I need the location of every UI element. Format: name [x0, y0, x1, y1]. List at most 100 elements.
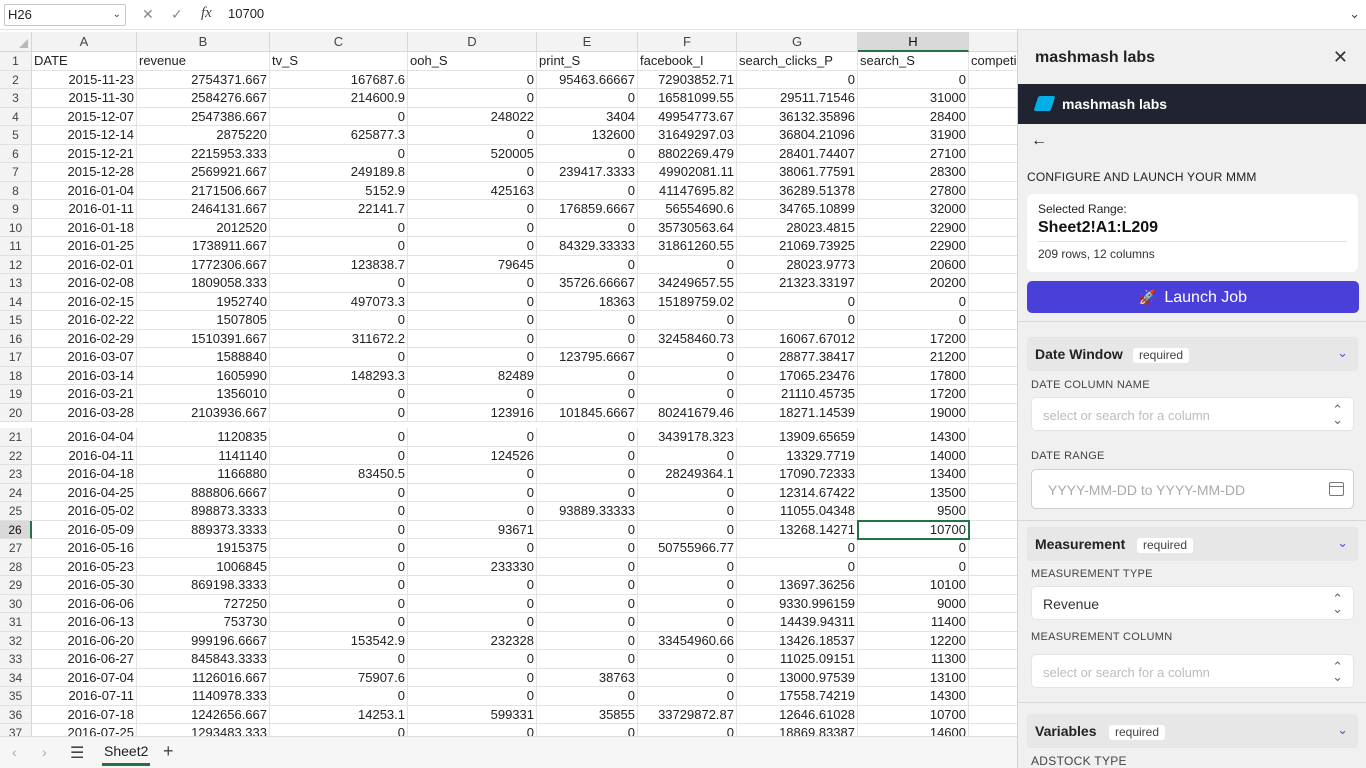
row-header[interactable]: 16 [0, 329, 32, 348]
table-cell[interactable] [969, 687, 1017, 706]
table-cell[interactable]: 2016-05-23 [32, 557, 137, 576]
table-cell[interactable]: 0 [270, 274, 408, 293]
table-cell[interactable]: 0 [638, 724, 737, 736]
table-cell[interactable]: 0 [537, 687, 638, 706]
row-header[interactable]: 17 [0, 348, 32, 367]
table-cell[interactable]: 1293483.333 [137, 724, 270, 736]
table-cell[interactable]: 0 [537, 446, 638, 465]
table-cell[interactable]: 2103936.667 [137, 403, 270, 422]
table-cell[interactable]: 0 [408, 385, 537, 404]
table-cell[interactable]: 0 [270, 144, 408, 163]
table-cell[interactable]: 0 [408, 89, 537, 108]
table-cell[interactable]: 625877.3 [270, 126, 408, 145]
table-cell[interactable]: 5152.9 [270, 181, 408, 200]
row-header[interactable]: 11 [0, 237, 32, 256]
table-cell[interactable]: 35855 [537, 705, 638, 724]
table-cell[interactable]: 0 [408, 668, 537, 687]
column-header-d[interactable]: D [408, 32, 537, 52]
row-header[interactable]: 31 [0, 613, 32, 632]
table-cell[interactable]: 0 [408, 218, 537, 237]
table-cell[interactable]: 13268.14271 [737, 520, 858, 539]
table-cell[interactable]: 0 [408, 237, 537, 256]
row-header[interactable]: 20 [0, 403, 32, 422]
table-cell[interactable]: 2016-04-25 [32, 483, 137, 502]
table-cell[interactable]: 28249364.1 [638, 465, 737, 484]
chevron-down-icon[interactable]: ⌄ [1337, 345, 1348, 361]
table-cell[interactable]: 2016-07-11 [32, 687, 137, 706]
table-cell[interactable]: 0 [638, 576, 737, 595]
table-cell[interactable]: 75907.6 [270, 668, 408, 687]
row-header[interactable]: 34 [0, 668, 32, 687]
table-cell[interactable]: 753730 [137, 613, 270, 632]
table-cell[interactable]: 21323.33197 [737, 274, 858, 293]
table-cell[interactable] [969, 385, 1017, 404]
table-cell[interactable]: 33729872.87 [638, 705, 737, 724]
table-cell[interactable]: 14300 [858, 428, 969, 447]
table-cell[interactable]: 148293.3 [270, 366, 408, 385]
table-cell[interactable]: 16581099.55 [638, 89, 737, 108]
row-header[interactable]: 3 [0, 89, 32, 108]
table-cell[interactable]: 1738911.667 [137, 237, 270, 256]
table-cell[interactable]: 95463.66667 [537, 70, 638, 89]
table-cell[interactable]: 0 [737, 557, 858, 576]
table-cell[interactable]: 0 [638, 255, 737, 274]
table-cell[interactable]: 0 [537, 311, 638, 330]
table-cell[interactable] [969, 484, 1017, 502]
table-cell[interactable]: 0 [270, 311, 408, 330]
table-cell[interactable]: 2016-05-30 [32, 576, 137, 595]
measurement-column-select[interactable]: select or search for a column ⌃ ⌄ [1031, 654, 1354, 688]
table-cell[interactable]: 2016-07-25 [32, 724, 137, 736]
table-cell[interactable]: 599331 [408, 705, 537, 724]
row-header[interactable]: 29 [0, 576, 32, 595]
table-cell[interactable]: 0 [408, 502, 537, 521]
table-cell[interactable]: 0 [537, 483, 638, 502]
table-cell[interactable]: 33454960.66 [638, 631, 737, 650]
table-cell[interactable] [969, 502, 1017, 521]
table-cell[interactable]: 35730563.64 [638, 218, 737, 237]
table-cell[interactable]: 28877.38417 [737, 348, 858, 367]
table-cell[interactable]: 2016-04-18 [32, 465, 137, 484]
table-cell[interactable]: 2016-02-22 [32, 311, 137, 330]
table-cell[interactable]: 2016-02-01 [32, 255, 137, 274]
table-cell[interactable]: 0 [270, 687, 408, 706]
table-cell[interactable]: 888806.6667 [137, 483, 270, 502]
table-cell[interactable]: 0 [408, 126, 537, 145]
table-cell[interactable]: 50755966.77 [638, 539, 737, 558]
table-cell[interactable]: 11055.04348 [737, 502, 858, 521]
table-cell[interactable]: 0 [408, 483, 537, 502]
table-cell[interactable]: 9330.996159 [737, 594, 858, 613]
table-cell[interactable] [969, 126, 1017, 145]
table-cell[interactable]: 0 [408, 613, 537, 632]
table-cell[interactable]: 8802269.479 [638, 144, 737, 163]
table-cell[interactable]: 12200 [858, 631, 969, 650]
row-header[interactable]: 5 [0, 126, 32, 145]
table-cell[interactable]: 1809058.333 [137, 274, 270, 293]
table-cell[interactable]: 2016-01-25 [32, 237, 137, 256]
table-cell[interactable]: 311672.2 [270, 329, 408, 348]
table-cell[interactable]: 0 [537, 218, 638, 237]
row-header[interactable]: 4 [0, 107, 32, 126]
table-cell[interactable]: 28401.74407 [737, 144, 858, 163]
table-cell[interactable]: 15189759.02 [638, 292, 737, 311]
table-cell[interactable]: 21200 [858, 348, 969, 367]
table-cell[interactable]: 2171506.667 [137, 181, 270, 200]
table-cell[interactable]: 0 [270, 107, 408, 126]
table-cell[interactable]: 425163 [408, 181, 537, 200]
row-header[interactable]: 27 [0, 539, 32, 558]
row-header[interactable]: 22 [0, 446, 32, 465]
table-cell[interactable]: 2016-06-06 [32, 594, 137, 613]
table-cell[interactable]: 0 [270, 539, 408, 558]
table-cell[interactable]: 1915375 [137, 539, 270, 558]
table-cell[interactable]: 82489 [408, 366, 537, 385]
table-cell[interactable]: 0 [408, 163, 537, 182]
table-cell[interactable]: 0 [638, 613, 737, 632]
table-cell[interactable]: 2016-01-11 [32, 200, 137, 219]
table-cell[interactable]: 17558.74219 [737, 687, 858, 706]
table-cell[interactable]: 0 [270, 218, 408, 237]
header-cell[interactable]: ooh_S [408, 52, 537, 71]
table-cell[interactable]: 0 [537, 724, 638, 736]
table-cell[interactable]: 1356010 [137, 385, 270, 404]
date-column-select[interactable]: select or search for a column ⌃ ⌄ [1031, 397, 1354, 431]
table-cell[interactable]: 898873.3333 [137, 502, 270, 521]
sheet-list-icon[interactable]: ☰ [70, 743, 84, 763]
